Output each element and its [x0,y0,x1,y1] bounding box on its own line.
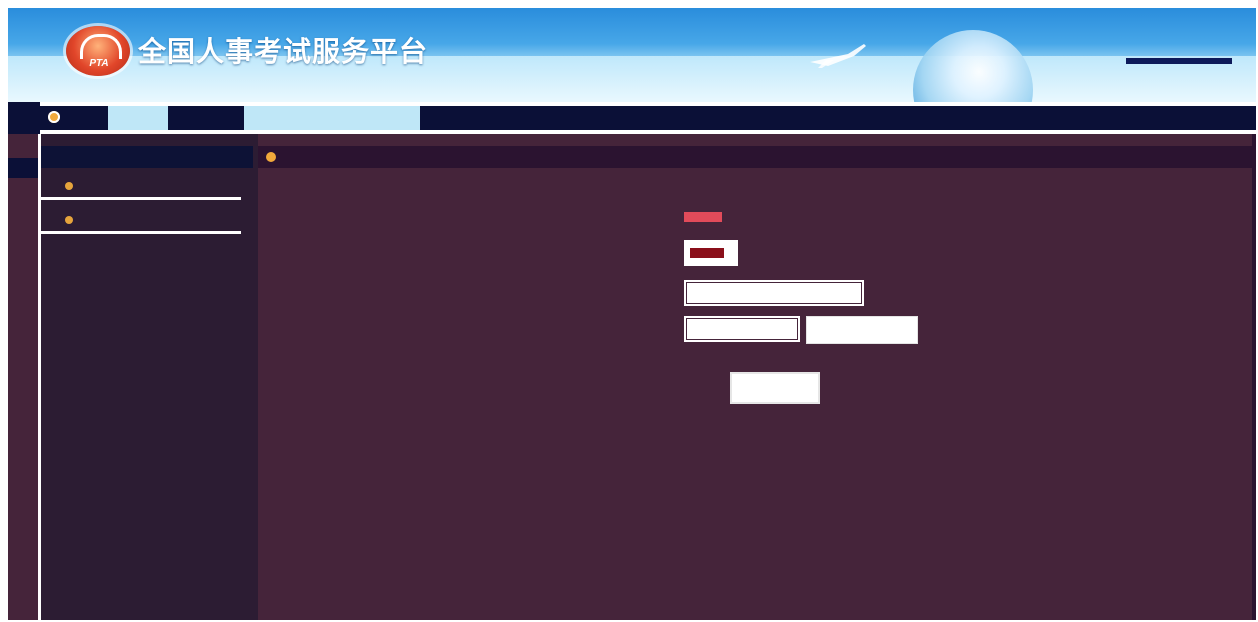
form-row-4 [258,316,1256,344]
gutter-mark [8,158,38,178]
content-header [258,146,1256,168]
divider [41,197,241,200]
top-nav [8,102,1256,134]
main-content [258,134,1256,620]
type-select[interactable] [684,240,738,266]
airplane-icon [810,44,866,68]
right-edge [1252,134,1256,620]
text-input[interactable] [684,280,864,306]
form-row-1 [258,204,1256,230]
required-indicator [684,212,722,222]
captcha-button[interactable] [806,316,918,344]
nav-item-3[interactable] [244,106,420,130]
globe-icon [913,30,1033,102]
page-frame: PTA 全国人事考试服务平台 [8,8,1256,620]
sidebar-item-2[interactable] [41,208,253,234]
form-row-2 [258,240,1256,266]
captcha-input[interactable] [684,316,800,342]
banner-decoration [1126,58,1232,64]
form-row-3 [258,280,1256,306]
submit-button[interactable] [730,372,820,404]
logo-text: PTA [89,58,109,69]
site-title: 全国人事考试服务平台 [138,35,429,68]
top-nav-lead [8,102,40,134]
site-banner: PTA 全国人事考试服务平台 [8,8,1256,102]
divider [41,231,241,234]
nav-item-1[interactable] [108,106,168,130]
top-nav-strip [40,106,1256,130]
sidebar [38,134,262,620]
bullet-icon [65,216,73,224]
bullet-icon [65,182,73,190]
home-icon[interactable] [48,111,60,123]
location-pin-icon [266,152,276,162]
nav-item-2[interactable] [170,106,182,130]
select-value [690,248,724,258]
sidebar-item-1[interactable] [41,174,253,200]
logo-arch-icon [80,34,122,59]
sidebar-header [41,146,253,168]
left-gutter [8,134,38,620]
